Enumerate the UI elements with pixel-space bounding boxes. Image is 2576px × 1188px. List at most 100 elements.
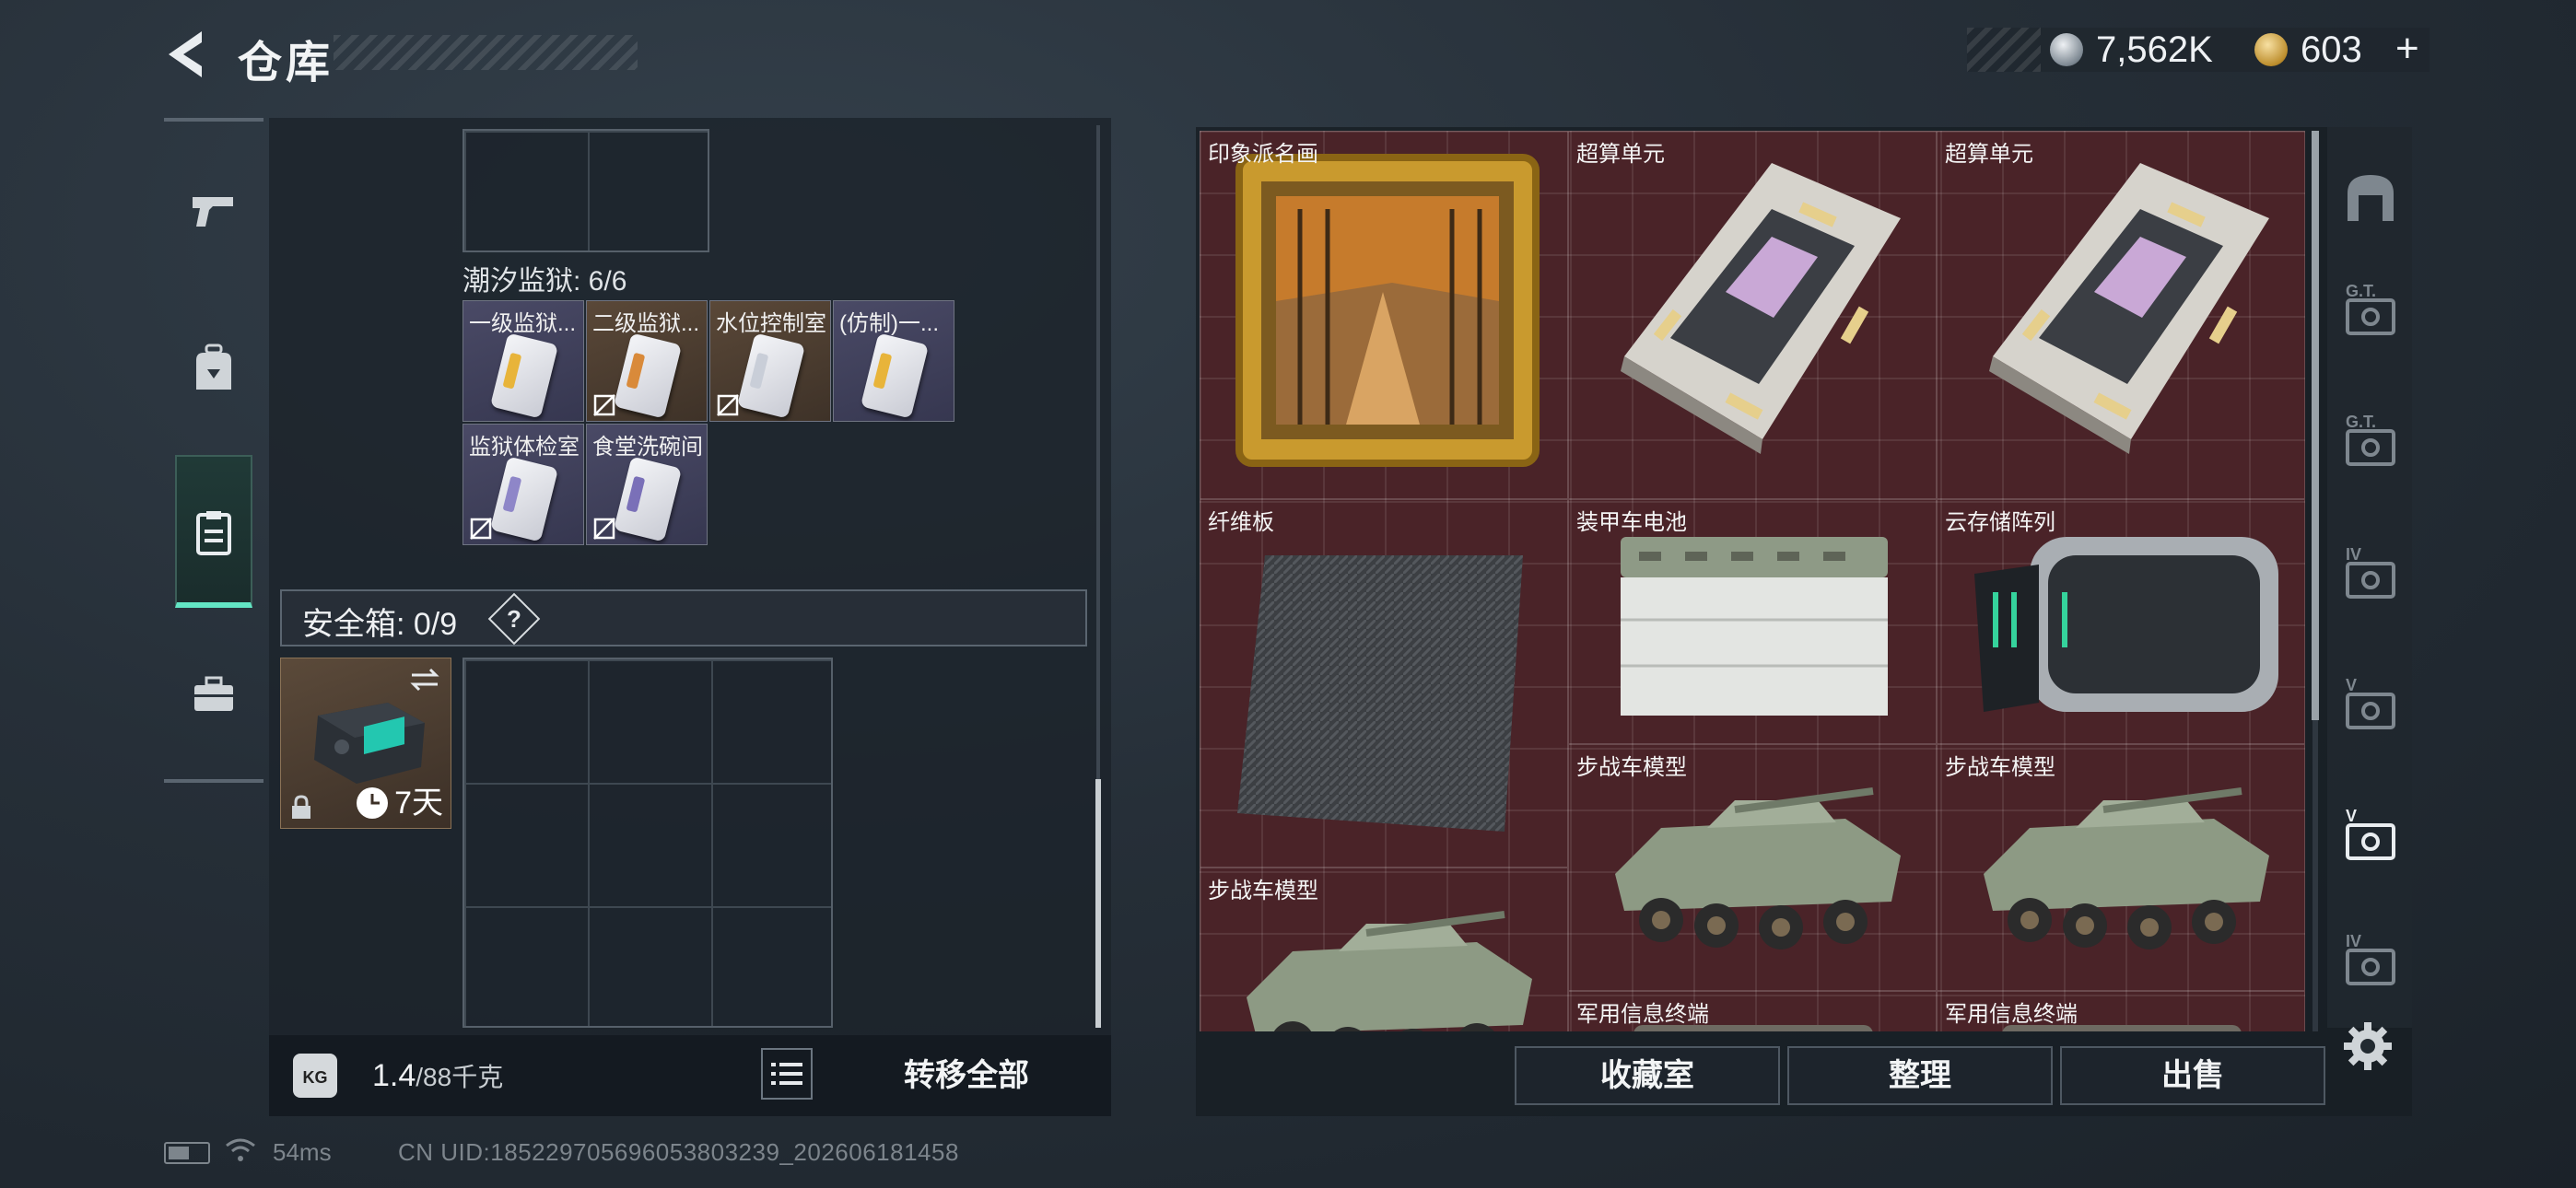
add-currency-button[interactable]: + [2395,28,2419,70]
keycard-name: 二级监狱... [592,311,700,336]
prison-group-label: 潮汐监狱: 6/6 [463,266,627,297]
svg-text:G.T.: G.T. [2346,413,2376,431]
user-uid: CN UID:185229705696053803239_20260618145… [398,1138,959,1166]
weight-footer: KG 1.4/88千克 转移全部 [269,1035,1111,1116]
currency-decoration [1967,28,2041,72]
storage-item[interactable]: 超算单元 [1937,131,2305,499]
container-icon: V [2346,807,2395,860]
prison-keycard[interactable]: 二级监狱... [586,300,708,422]
keycard-image [489,332,559,419]
sidebar-item-storage[interactable] [175,494,252,571]
storage-item[interactable]: 军用信息终端 [1937,991,2305,1031]
transfer-all-button[interactable]: 转移全部 [822,1035,1111,1116]
expiry-days: 7天 [394,786,443,821]
collection-room-button[interactable]: 收藏室 [1515,1046,1780,1105]
item-name: 装甲车电池 [1576,510,1687,535]
compute-board-image [1621,163,1901,454]
item-name: 步战车模型 [1945,755,2055,780]
weight-current: 1.4 [372,1058,416,1093]
filter-iv-button[interactable]: IV [2338,926,2403,991]
filter-gt-1-button[interactable]: G.T. [2338,276,2403,341]
filter-gt-2-button[interactable]: G.T. [2338,407,2403,472]
back-arrow-icon[interactable] [161,26,213,83]
vault-icon [2348,175,2394,221]
currency-bar: 7,562K 603 + [1967,28,2430,72]
storage-item[interactable]: 步战车模型 [1200,868,1568,1031]
scrollbar-thumb[interactable] [2312,131,2319,720]
item-name: 超算单元 [1945,142,2033,167]
painting-image [1235,154,1540,467]
scrollbar-thumb[interactable] [1095,779,1101,1028]
safe-box-grid[interactable] [463,658,833,1028]
keycard-name: 监狱体检室 [469,435,580,460]
keycard-image [736,332,806,419]
storage-item[interactable]: 云存储阵列 [1937,499,2305,744]
no-sell-icon [470,518,492,540]
item-name: 步战车模型 [1576,755,1687,780]
filter-iv-plus-button[interactable]: IV [2338,540,2403,604]
storage-item[interactable]: 超算单元 [1568,131,1937,499]
item-name: 步战车模型 [1208,879,1318,903]
sort-button[interactable]: 整理 [1787,1046,2053,1105]
item-name: 军用信息终端 [1945,1002,2078,1027]
safe-box-label: 安全箱: 0/9 [302,607,458,642]
storage-item[interactable]: 步战车模型 [1568,744,1937,991]
no-sell-icon [717,394,739,416]
keycard-image [613,456,683,542]
title-decoration [334,35,638,70]
prison-keycard[interactable]: 监狱体检室 [463,424,584,545]
svg-text:V: V [2346,807,2357,825]
svg-text:IV: IV [2346,545,2361,564]
armored-battery-image [1621,537,1888,716]
storage-item[interactable]: 步战车模型 [1937,744,2305,991]
backpack-icon [196,344,231,390]
svg-text:IV: IV [2346,932,2361,950]
keycard-image [489,456,559,542]
sell-button[interactable]: 出售 [2060,1046,2325,1105]
ifv-model-image [1247,911,1532,1031]
storage-item[interactable]: 军用信息终端 [1568,991,1937,1031]
compute-board-image [1989,163,2269,454]
keycard-name: 食堂洗碗间 [592,435,703,460]
filter-v-1-button[interactable]: V [2338,670,2403,735]
keycard-image [860,332,930,419]
sidebar-item-case[interactable] [175,656,252,733]
filter-collectibles-button[interactable] [2338,166,2403,230]
gear-icon[interactable] [2340,1019,2395,1074]
page-title: 仓库 [238,39,334,87]
rail-divider [164,118,263,122]
safe-box-header: 安全箱: 0/9 ? [280,589,1087,646]
battery-icon [164,1142,210,1164]
keycard-name: 一级监狱... [469,311,577,336]
storage-item[interactable]: 纤维板 [1200,499,1568,868]
prison-keycard[interactable]: (仿制)一... [833,300,954,422]
prison-keycard[interactable]: 一级监狱... [463,300,584,422]
safe-box-item[interactable]: 7天 [280,658,451,829]
pistol-icon [193,197,233,227]
item-name: 超算单元 [1576,142,1665,167]
gold-coin-icon [2254,33,2288,66]
prison-keycard[interactable]: 食堂洗碗间 [586,424,708,545]
swap-icon [410,668,439,692]
list-view-button[interactable] [761,1048,813,1100]
container-icon: G.T. [2346,282,2395,335]
briefcase-icon [194,676,233,711]
help-button[interactable]: ? [487,592,541,646]
item-name: 纤维板 [1208,510,1274,535]
prison-keycard[interactable]: 水位控制室 [709,300,831,422]
list-icon [771,1063,802,1085]
container-icon: G.T. [2346,413,2395,466]
wifi-icon [225,1136,256,1164]
sidebar-item-weapons[interactable] [175,171,252,249]
keycard-name: 水位控制室 [716,311,826,336]
backpack-grid[interactable] [463,129,709,252]
item-name: 印象派名画 [1208,142,1318,167]
storage-item[interactable]: 印象派名画 [1200,131,1568,499]
clock-icon [357,787,388,819]
rail-divider [164,779,263,783]
cloud-storage-array-image [1974,537,2278,712]
item-name: 军用信息终端 [1576,1002,1709,1027]
sidebar-item-equipment[interactable] [175,330,252,407]
filter-v-2-button[interactable]: V [2338,801,2403,866]
storage-item[interactable]: 装甲车电池 [1568,499,1937,744]
